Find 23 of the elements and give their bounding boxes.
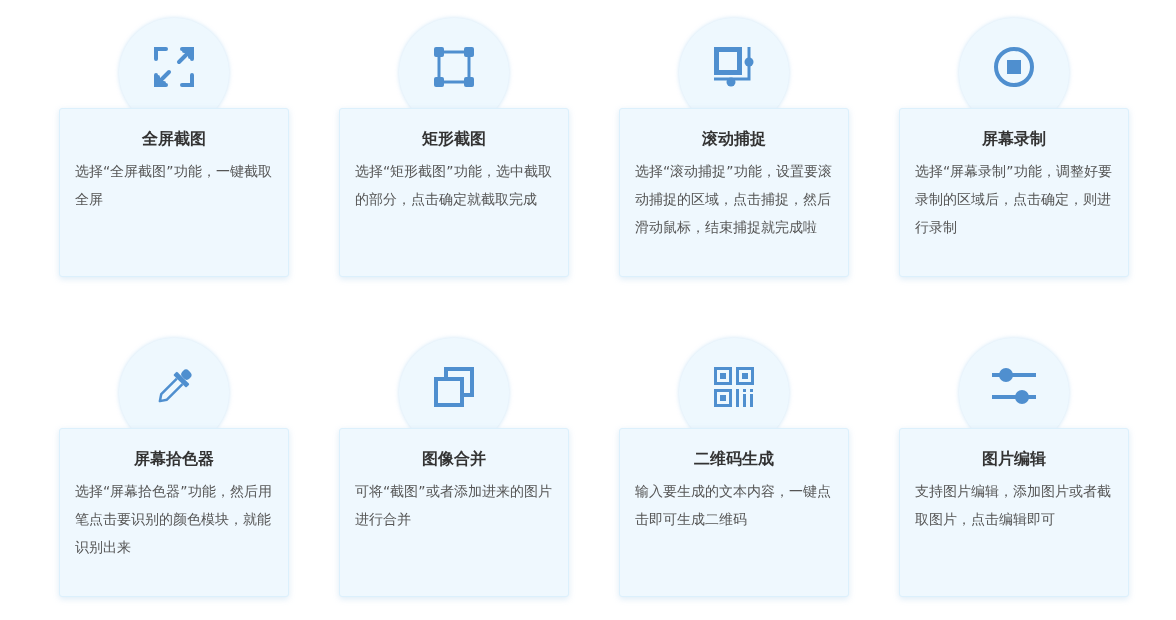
feature-description: 选择“矩形截图”功能，选中截取的部分，点击确定就截取完成 [355,162,553,209]
qr-code-icon [714,367,754,407]
overlapping-squares-icon [434,367,474,407]
feature-title: 图像合并 [421,448,487,470]
feature-title: 二维码生成 [693,448,775,470]
feature-title: 图片编辑 [981,448,1047,470]
feature-description: 选择“滚动捕捉”功能，设置要滚动捕捉的区域，点击捕捉，然后滑动鼠标，结束捕捉就完成啦 [635,162,833,237]
feature-description: 选择“屏幕拾色器”功能，然后用笔点击要识别的颜色模块，就能识别出来 [75,482,273,557]
scroll-capture-icon [714,47,754,87]
feature-description: 输入要生成的文本内容，一键点击即可生成二维码 [635,482,832,529]
feature-description: 选择“屏幕录制”功能，调整好要录制的区域后，点击确定，则进行录制 [915,162,1113,237]
feature-description: 可将“截图”或者添加进来的图片进行合并 [355,482,553,529]
feature-title: 全屏截图 [141,128,207,150]
feature-description: 支持图片编辑，添加图片或者截取图片，点击编辑即可 [915,482,1112,529]
feature-title: 屏幕录制 [981,128,1047,150]
feature-title: 矩形截图 [421,128,487,150]
rectangle-selection-icon [434,47,474,87]
sliders-icon [992,367,1036,407]
fullscreen-icon [154,47,194,87]
feature-description: 选择“全屏截图”功能，一键截取全屏 [75,162,273,209]
feature-title: 滚动捕捉 [701,128,767,150]
feature-title: 屏幕拾色器 [133,448,215,470]
record-stop-icon [994,47,1034,87]
